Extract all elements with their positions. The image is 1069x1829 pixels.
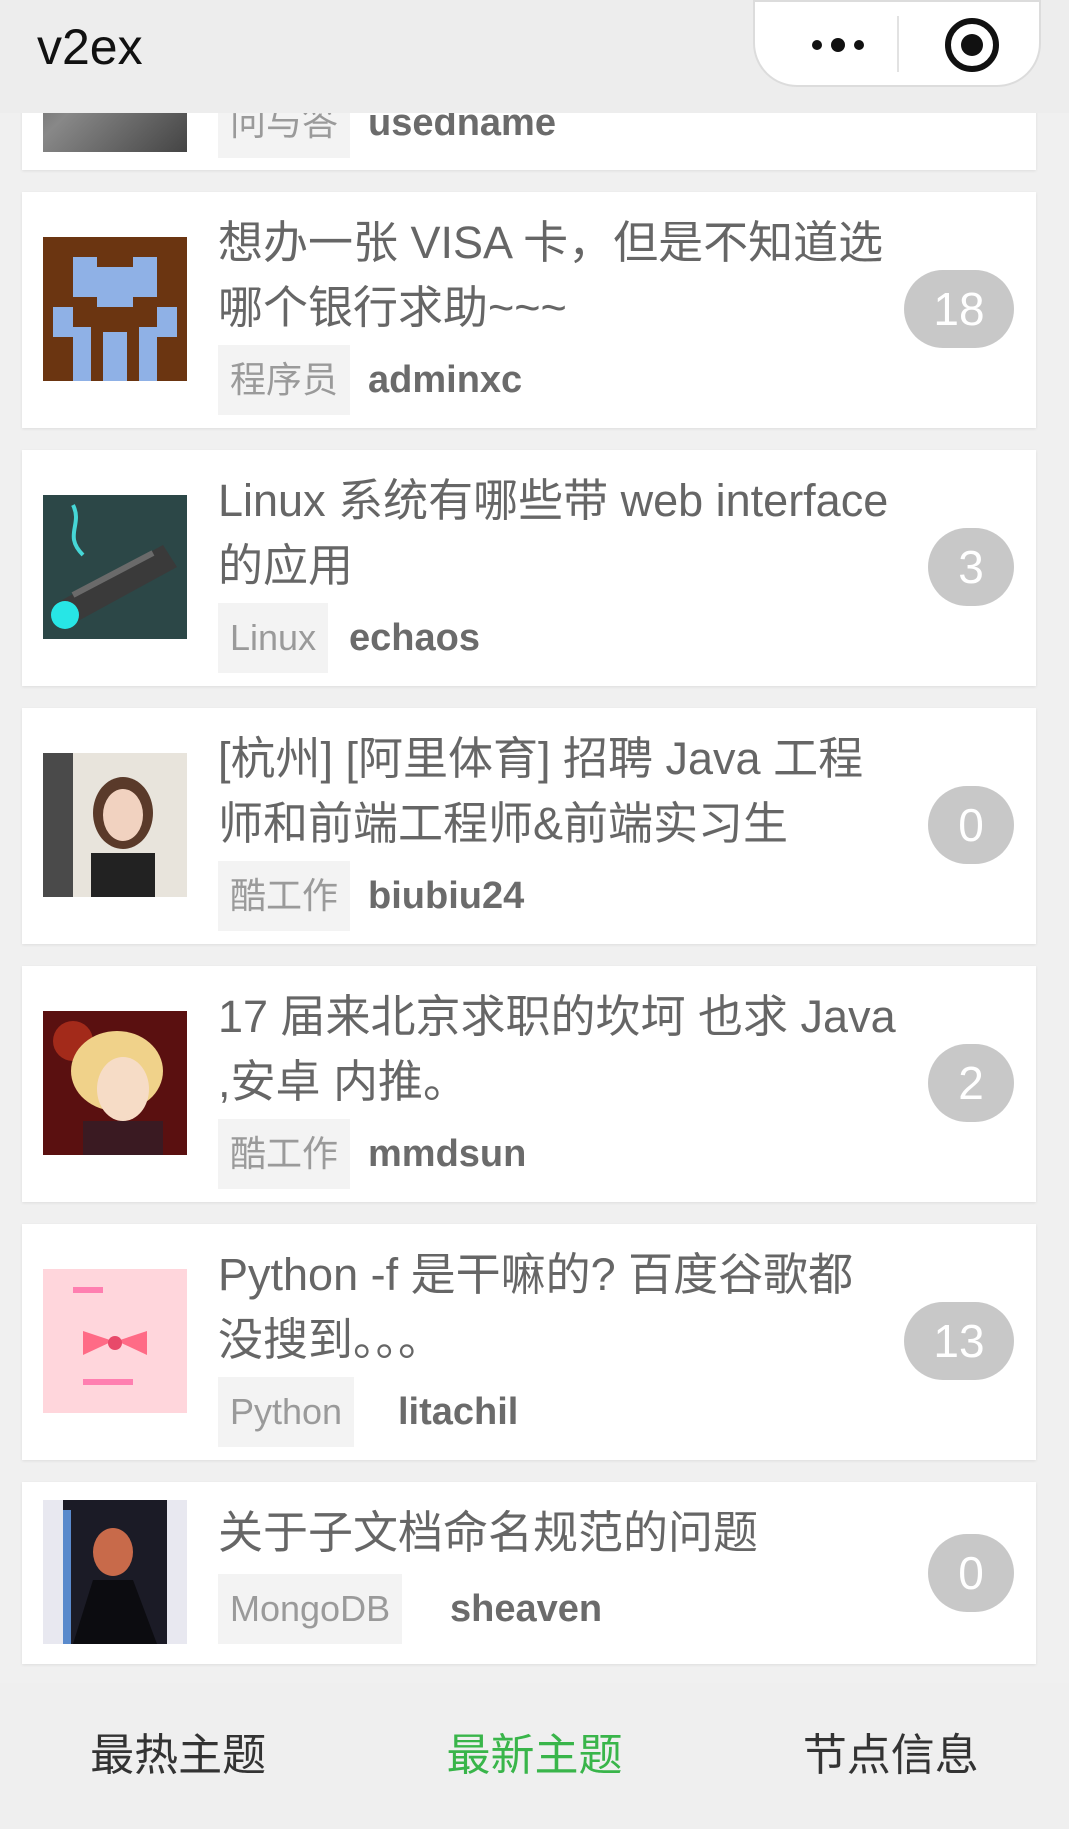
anime-avatar [43, 1011, 187, 1155]
author-name[interactable]: adminxc [368, 345, 522, 415]
topic-card[interactable]: [杭州] [阿里体育] 招聘 Java 工程师和前端工程师&前端实习生 酷工作 … [22, 708, 1036, 944]
topic-title[interactable]: 想办一张 VISA 卡，但是不知道选哪个银行求助~~~ [218, 210, 898, 340]
avatar[interactable] [43, 753, 187, 897]
author-name[interactable]: sheaven [450, 1574, 602, 1644]
top-navbar: v2ex [0, 0, 1069, 113]
node-tag[interactable]: MongoDB [218, 1574, 403, 1644]
avatar[interactable] [43, 1500, 187, 1644]
avatar[interactable] [43, 495, 187, 639]
mini-program-capsule [753, 0, 1041, 87]
topic-title[interactable]: 17 届来北京求职的坎坷 也求 Java ,安卓 内推。 [218, 984, 898, 1114]
reply-count-badge: 18 [904, 270, 1014, 348]
topic-title[interactable]: Python -f 是干嘛的? 百度谷歌都没搜到。。。 [218, 1242, 898, 1372]
reply-count-badge: 2 [928, 1044, 1014, 1122]
person-photo-avatar [43, 753, 187, 897]
topic-card[interactable]: 17 届来北京求职的坎坷 也求 Java ,安卓 内推。 酷工作 mmdsun … [22, 966, 1036, 1202]
avatar[interactable] [43, 237, 187, 381]
node-tag[interactable]: 酷工作 [218, 1119, 351, 1189]
author-name[interactable]: biubiu24 [368, 861, 524, 931]
topic-card[interactable]: 关于子文档命名规范的问题 MongoDB sheaven 0 [22, 1482, 1036, 1664]
reply-count-badge: 13 [904, 1302, 1014, 1380]
reply-count-badge: 0 [928, 786, 1014, 864]
topic-card[interactable]: Python -f 是干嘛的? 百度谷歌都没搜到。。。 Python litac… [22, 1224, 1036, 1460]
author-name[interactable]: litachil [398, 1377, 518, 1447]
node-tag[interactable]: 程序员 [218, 345, 351, 415]
topic-card[interactable]: Linux 系统有哪些带 web interface 的应用 Linux ech… [22, 450, 1036, 686]
topic-title[interactable]: [杭州] [阿里体育] 招聘 Java 工程师和前端工程师&前端实习生 [218, 726, 898, 856]
tab-node-info[interactable]: 节点信息 [713, 1683, 1069, 1829]
reply-count-badge: 3 [928, 528, 1014, 606]
capsule-divider [897, 16, 899, 72]
reply-count-badge: 0 [928, 1534, 1014, 1612]
author-name[interactable]: echaos [349, 603, 480, 673]
topic-card[interactable]: 想办一张 VISA 卡，但是不知道选哪个银行求助~~~ 程序员 adminxc … [22, 192, 1036, 428]
node-tag[interactable]: Linux [218, 603, 329, 673]
target-close-icon[interactable] [945, 18, 999, 72]
more-dots-icon[interactable] [793, 32, 883, 58]
dark-figure-avatar [43, 1500, 187, 1644]
flashlight-avatar [43, 495, 187, 639]
author-name[interactable]: mmdsun [368, 1119, 526, 1189]
topic-title[interactable]: 关于子文档命名规范的问题 [218, 1500, 898, 1565]
avatar[interactable] [43, 1269, 187, 1413]
identicon-avatar [43, 237, 187, 381]
topic-title[interactable]: Linux 系统有哪些带 web interface 的应用 [218, 468, 898, 598]
app-title: v2ex [37, 19, 143, 75]
bottom-tabbar: 最热主题 最新主题 节点信息 [0, 1683, 1069, 1829]
tab-latest-topics[interactable]: 最新主题 [356, 1683, 712, 1829]
node-tag[interactable]: Python [218, 1377, 355, 1447]
bow-avatar [43, 1269, 187, 1413]
tab-hot-topics[interactable]: 最热主题 [0, 1683, 356, 1829]
avatar[interactable] [43, 1011, 187, 1155]
node-tag[interactable]: 酷工作 [218, 861, 351, 931]
